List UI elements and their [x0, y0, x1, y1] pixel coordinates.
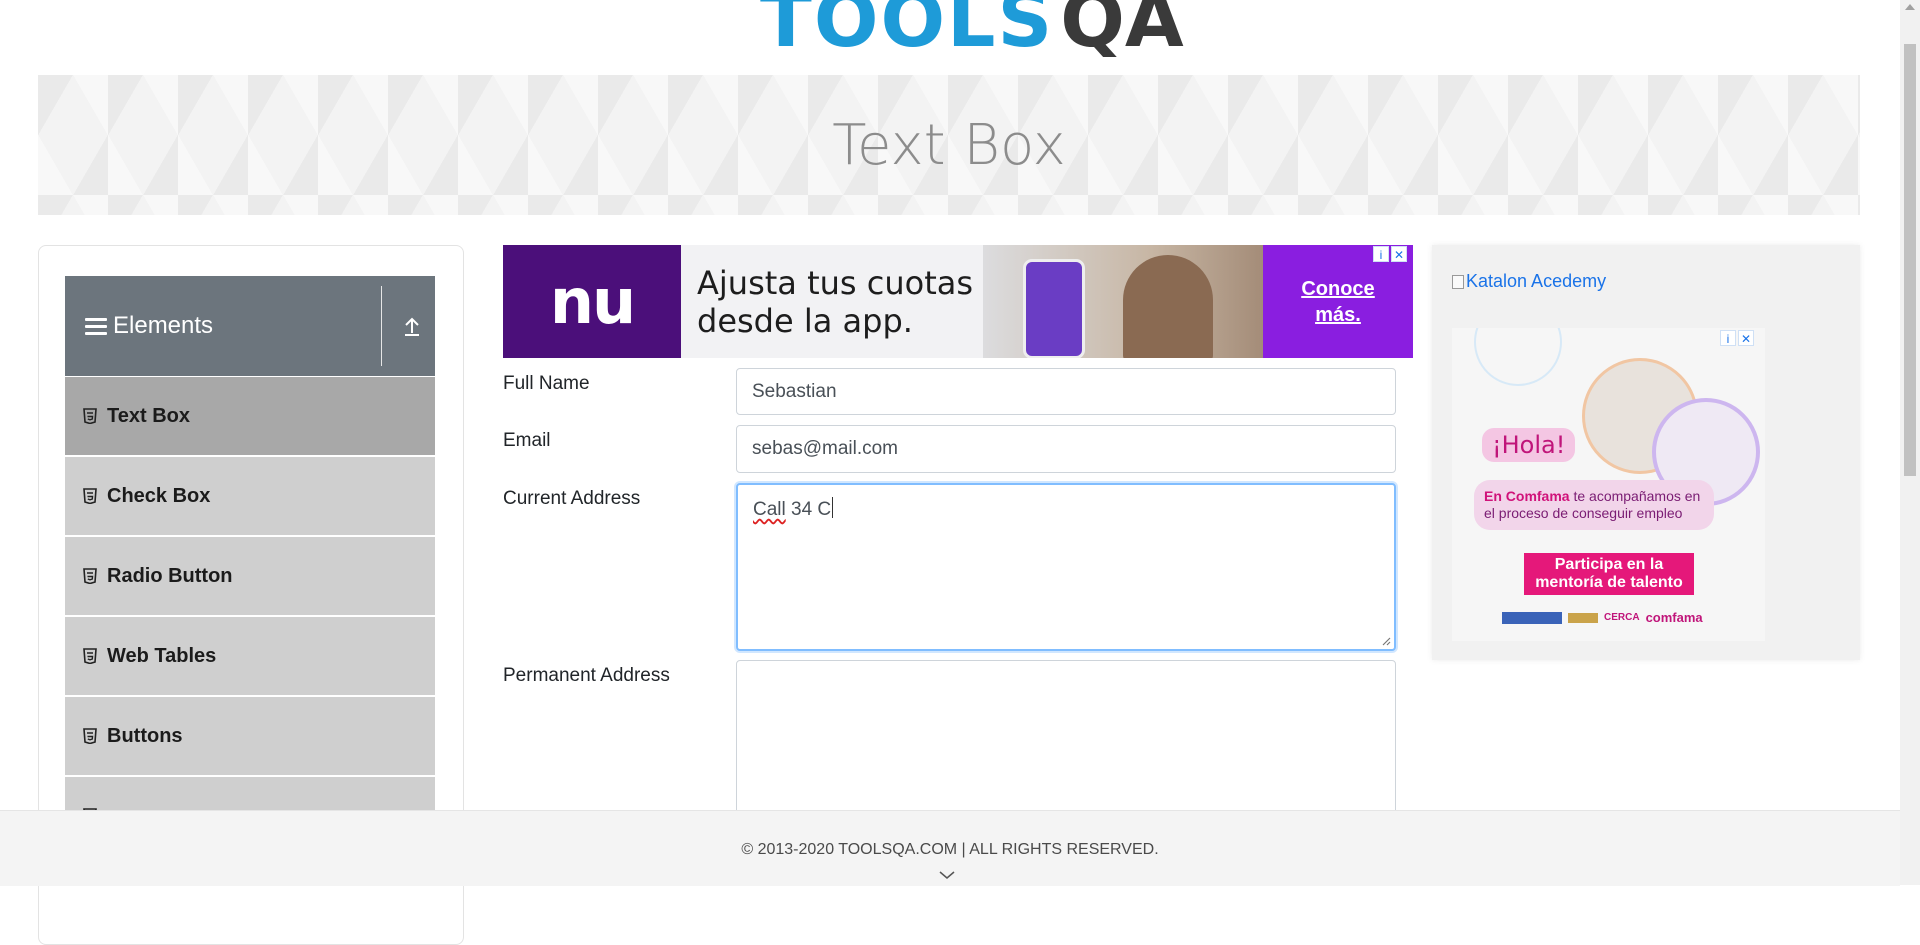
ad-choices[interactable]: i ✕	[1373, 246, 1407, 262]
html5-icon	[83, 728, 97, 744]
person-image	[1123, 255, 1213, 358]
ad-message-line2: desde la app.	[697, 301, 913, 340]
katalon-academy-link[interactable]: Katalon Acedemy	[1452, 271, 1606, 292]
full-name-label: Full Name	[503, 373, 590, 394]
chevron-down-icon[interactable]	[938, 869, 956, 881]
right-advertisement[interactable]: Katalon Acedemy ¡Hola! En Comfama te aco…	[1432, 245, 1860, 660]
current-address-textarea[interactable]: Call 34 C	[736, 483, 1396, 651]
nu-advertisement[interactable]: nu Ajusta tus cuotas desde la app. Conoce…	[503, 245, 1413, 358]
ad-message-line1: Ajusta tus cuotas	[697, 263, 974, 302]
email-input[interactable]: sebas@mail.com	[736, 425, 1396, 473]
comfama-message: En Comfama te acompañamos en el proceso …	[1474, 480, 1714, 530]
email-label: Email	[503, 430, 551, 451]
permanent-address-textarea[interactable]	[736, 660, 1396, 820]
html5-icon	[83, 488, 97, 504]
phone-image	[1023, 259, 1085, 358]
nu-logo: nu	[503, 245, 681, 358]
page-scrollbar[interactable]	[1900, 0, 1920, 885]
elements-group-header[interactable]: Elements	[65, 276, 435, 376]
ad-choices-right[interactable]: i ✕	[1720, 330, 1754, 346]
full-name-input[interactable]: Sebastian	[736, 368, 1396, 415]
ad-info-icon[interactable]: i	[1720, 330, 1736, 346]
sidebar-item-label: Check Box	[107, 484, 211, 507]
current-address-value: Call 34 C	[753, 497, 834, 520]
sidebar-item-label: Text Box	[107, 404, 190, 427]
permanent-address-label: Permanent Address	[503, 665, 670, 686]
logo-text: TOOLS	[760, 0, 1055, 64]
page-title: Text Box	[832, 112, 1066, 178]
full-name-value: Sebastian	[752, 380, 837, 402]
sidebar-item-text-box[interactable]: Text Box	[65, 377, 435, 455]
ad-close-icon[interactable]: ✕	[1738, 330, 1754, 346]
ad-close-icon[interactable]: ✕	[1391, 246, 1407, 262]
collapse-arrow-icon[interactable]	[402, 314, 422, 338]
broken-image-icon	[1452, 274, 1464, 289]
ad-message: Ajusta tus cuotas desde la app.	[681, 245, 983, 358]
resize-handle-icon[interactable]	[1381, 636, 1391, 646]
sidebar-item-label: Radio Button	[107, 564, 233, 587]
email-value: sebas@mail.com	[752, 438, 898, 459]
greeting-bubble: ¡Hola!	[1482, 428, 1576, 462]
ad-info-icon[interactable]: i	[1373, 246, 1389, 262]
comfama-ad[interactable]: ¡Hola! En Comfama te acompañamos en el p…	[1452, 328, 1765, 641]
sidebar-item-label: Web Tables	[107, 644, 217, 667]
copyright-text: © 2013-2020 TOOLSQA.COM | ALL RIGHTS RES…	[741, 841, 1159, 858]
header-divider	[381, 286, 382, 366]
toolsqa-logo[interactable]: TOOLS QA	[760, 0, 1184, 62]
menu-icon	[85, 317, 107, 335]
group-title: Elements	[113, 312, 214, 339]
sidebar-item-check-box[interactable]: Check Box	[65, 457, 435, 535]
sidebar-item-label: Buttons	[107, 724, 183, 747]
html5-icon	[83, 408, 97, 424]
scrollbar-thumb[interactable]	[1904, 44, 1916, 476]
sidebar-item-buttons[interactable]: Buttons	[65, 697, 435, 775]
logo-text-qa: QA	[1060, 0, 1184, 64]
sidebar-item-web-tables[interactable]: Web Tables	[65, 617, 435, 695]
scroll-up-icon[interactable]	[1905, 4, 1915, 10]
ad-photo	[983, 245, 1263, 358]
sponsor-logos: CERCA comfama	[1502, 610, 1703, 625]
footer: © 2013-2020 TOOLSQA.COM | ALL RIGHTS RES…	[0, 810, 1900, 886]
current-address-label: Current Address	[503, 488, 641, 509]
page-banner: Text Box	[38, 75, 1860, 215]
participate-button[interactable]: Participa en la mentoría de talento	[1524, 553, 1694, 595]
html5-icon	[83, 648, 97, 664]
html5-icon	[83, 568, 97, 584]
sidebar-item-radio-button[interactable]: Radio Button	[65, 537, 435, 615]
